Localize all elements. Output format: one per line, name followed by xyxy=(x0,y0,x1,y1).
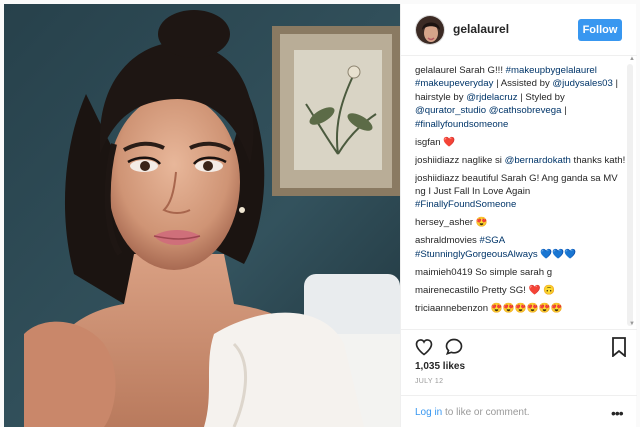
comment-text: thanks kath! xyxy=(570,154,626,166)
scrollbar-thumb[interactable] xyxy=(627,64,633,326)
login-prompt-text: to like or comment. xyxy=(442,407,530,418)
comment-username[interactable]: mairenecastillo xyxy=(415,285,479,296)
follow-button[interactable]: Follow xyxy=(578,19,622,41)
comment-item: isgfan ❤️ xyxy=(415,136,627,149)
comment-username[interactable]: joshiidiazz xyxy=(415,155,459,166)
avatar-image xyxy=(416,16,444,44)
comment-text: 😍 xyxy=(473,217,488,229)
post-side-panel: gelalaurel Follow gelalaurel Sarah G!!! … xyxy=(400,4,637,427)
instagram-embed: gelalaurel Follow gelalaurel Sarah G!!! … xyxy=(0,0,640,427)
comment-username[interactable]: triciaannebenzon xyxy=(415,303,488,314)
comment-item: ashraldmovies #SGA #StunninglyGorgeousAl… xyxy=(415,234,627,261)
comment-text: Pretty SG! ❤️ 🙃 xyxy=(479,284,556,296)
comment-text: 😍😍😍😍😍😍 xyxy=(488,302,563,314)
comment-text: | Assisted by xyxy=(493,78,553,90)
login-bar: Log in to like or comment. ••• xyxy=(401,395,637,427)
comment-text: ❤️ xyxy=(440,136,456,148)
comment-username[interactable]: isgfan xyxy=(415,137,441,148)
heart-outline-icon[interactable] xyxy=(414,337,434,357)
comment-link[interactable]: #FinallyFoundSomeone xyxy=(415,199,516,210)
comment-link[interactable]: #finallyfoundsomeone xyxy=(415,119,508,130)
comment-item: mairenecastillo Pretty SG! ❤️ 🙃 xyxy=(415,284,627,297)
comment-link[interactable]: @rjdelacruz xyxy=(466,92,517,103)
scroll-down-arrow-icon[interactable]: ▼ xyxy=(629,321,635,327)
more-options-icon[interactable]: ••• xyxy=(611,405,624,421)
comment-link[interactable]: @bernardokath xyxy=(505,155,571,166)
comment-link[interactable]: @judysales03 xyxy=(552,78,612,89)
comment-username[interactable]: hersey_asher xyxy=(415,217,473,228)
comment-item: joshiidiazz beautiful Sarah G! Ang ganda… xyxy=(415,172,627,212)
post-photo[interactable] xyxy=(4,4,400,427)
portrait-image xyxy=(4,4,400,427)
likes-count[interactable]: 1,035 likes xyxy=(415,361,465,372)
comment-item: maimieh0419 So simple sarah g xyxy=(415,266,627,279)
comment-item: hersey_asher 😍 xyxy=(415,216,627,229)
comment-text: naglike si xyxy=(459,154,505,166)
comment-bubble-icon[interactable] xyxy=(444,337,464,357)
scroll-up-arrow-icon[interactable]: ▲ xyxy=(629,56,635,62)
comments-scrollbar[interactable] xyxy=(627,64,633,326)
comment-text: | Styled by xyxy=(517,91,565,103)
post-header: gelalaurel Follow xyxy=(401,4,637,56)
comment-username[interactable]: ashraldmovies xyxy=(415,235,477,246)
comments-list[interactable]: gelalaurel Sarah G!!! #makeupbygelalaure… xyxy=(415,64,627,326)
post-date: JULY 12 xyxy=(415,378,444,385)
comment-item: triciaannebenzon 😍😍😍😍😍😍 xyxy=(415,302,627,315)
comment-text: 💙💙💙 xyxy=(537,248,577,260)
username[interactable]: gelalaurel xyxy=(453,22,509,36)
comment-username[interactable]: gelalaurel xyxy=(415,65,457,76)
comment-link[interactable]: @qurator_studio @cathsobrevega xyxy=(415,105,561,116)
comment-text: | xyxy=(561,105,567,117)
login-prompt: Log in to like or comment. xyxy=(415,407,530,418)
comment-username[interactable]: maimieh0419 xyxy=(415,267,473,278)
comment-item: gelalaurel Sarah G!!! #makeupbygelalaure… xyxy=(415,64,627,131)
comment-username[interactable]: joshiidiazz xyxy=(415,173,459,184)
comment-text: So simple sarah g xyxy=(472,266,553,278)
bookmark-icon[interactable] xyxy=(611,337,627,357)
login-link[interactable]: Log in xyxy=(415,407,442,418)
post-actions xyxy=(401,329,637,361)
comment-item: joshiidiazz naglike si @bernardokath tha… xyxy=(415,154,627,167)
avatar[interactable] xyxy=(415,15,445,45)
comment-text: Sarah G!!! xyxy=(456,65,506,76)
